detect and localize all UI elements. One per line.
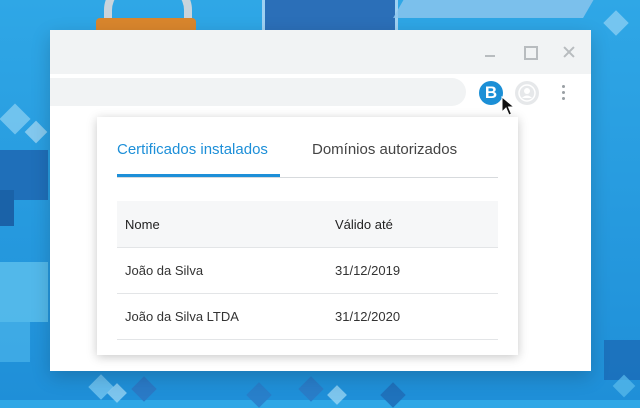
extension-button[interactable]: B: [479, 81, 503, 105]
extension-popup: Certificados instalados Domínios autoriz…: [97, 117, 518, 355]
bg-cube: [0, 322, 30, 362]
bg-tile: [246, 382, 272, 408]
certificates-table: Nome Válido até João da Silva 31/12/2019…: [117, 201, 498, 340]
certificate-expiry: 31/12/2020: [335, 309, 401, 324]
table-row[interactable]: João da Silva 31/12/2019: [117, 248, 498, 294]
popup-tabs: Certificados instalados Domínios autoriz…: [117, 117, 498, 178]
bg-tile: [380, 382, 406, 408]
bg-tile: [327, 385, 347, 405]
mouse-cursor-icon: [501, 96, 515, 116]
bg-cube: [0, 262, 48, 322]
bg-tile: [24, 120, 48, 144]
tab-installed-certificates[interactable]: Certificados instalados: [117, 141, 268, 158]
certificate-expiry: 31/12/2019: [335, 263, 401, 278]
close-icon[interactable]: [561, 44, 577, 60]
active-tab-indicator: [117, 174, 280, 177]
address-bar[interactable]: [50, 78, 466, 106]
more-options-icon[interactable]: [558, 83, 570, 103]
table-header: Nome Válido até: [117, 201, 498, 248]
minimize-icon[interactable]: [482, 44, 498, 60]
column-header-valid-until: Válido até: [335, 217, 393, 232]
maximize-icon[interactable]: [522, 44, 538, 60]
tab-authorized-domains[interactable]: Domínios autorizados: [312, 141, 457, 158]
title-bar: [50, 30, 591, 74]
bg-tile: [131, 376, 157, 402]
bg-cube: [0, 190, 14, 226]
table-row[interactable]: João da Silva LTDA 31/12/2020: [117, 294, 498, 340]
certificate-name: João da Silva: [125, 263, 204, 278]
browser-toolbar: B: [50, 74, 591, 116]
bg-tile: [603, 10, 629, 36]
profile-avatar-icon[interactable]: [515, 81, 539, 105]
bg-cube: [604, 340, 640, 380]
monitor-illustration-stand: [393, 0, 597, 18]
column-header-name: Nome: [125, 217, 160, 232]
certificate-name: João da Silva LTDA: [125, 309, 239, 324]
bg-tile: [298, 376, 324, 402]
